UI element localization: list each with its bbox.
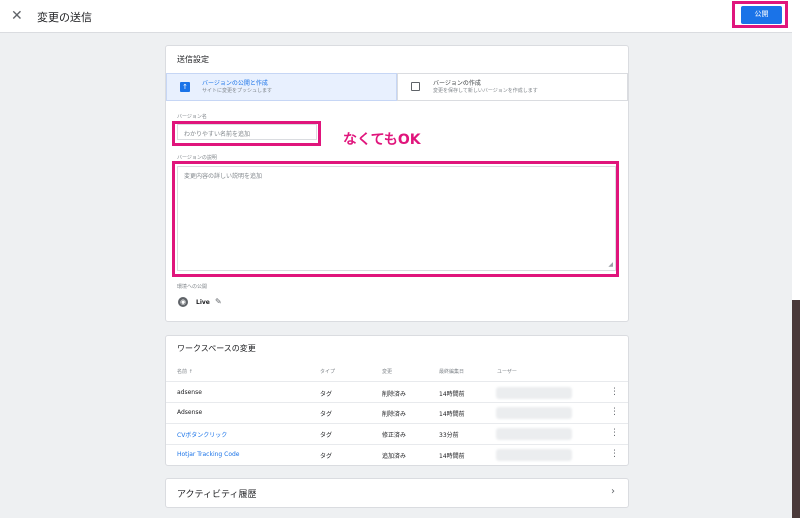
more-vert-icon[interactable]: ⋮ bbox=[610, 428, 619, 438]
background-photo bbox=[792, 300, 800, 518]
version-desc-textarea[interactable]: 変更内容の詳しい説明を追加 ◢ bbox=[177, 166, 616, 271]
more-vert-icon[interactable]: ⋮ bbox=[610, 407, 619, 417]
upload-icon: ↑ bbox=[180, 82, 190, 92]
row-edited: 14時間前 bbox=[439, 391, 465, 398]
row-name[interactable]: Adsense bbox=[177, 409, 202, 416]
more-vert-icon[interactable]: ⋮ bbox=[610, 449, 619, 459]
env-label: 環境への公開 bbox=[177, 284, 208, 290]
user-redacted bbox=[496, 387, 572, 399]
row-type: タグ bbox=[320, 411, 333, 418]
version-name-label: バージョン名 bbox=[177, 114, 207, 120]
row-name[interactable]: adsense bbox=[177, 389, 202, 396]
more-vert-icon[interactable]: ⋮ bbox=[610, 387, 619, 397]
tab-publish-and-create[interactable]: ↑ バージョンの公開と作成 サイトに変更をプッシュします bbox=[166, 73, 397, 101]
globe-icon: ◉ bbox=[178, 297, 188, 307]
close-icon[interactable]: ✕ bbox=[11, 8, 23, 24]
user-redacted bbox=[496, 449, 572, 461]
chevron-right-icon[interactable]: › bbox=[611, 486, 615, 497]
activity-history-title: アクティビティ履歴 bbox=[177, 490, 257, 500]
row-name[interactable]: Hotjar Tracking Code bbox=[177, 451, 240, 458]
version-name-input[interactable]: わかりやすい名前を追加 bbox=[177, 124, 317, 140]
col-type: タイプ bbox=[320, 369, 336, 375]
row-edited: 14時間前 bbox=[439, 411, 465, 418]
version-desc-label: バージョンの説明 bbox=[177, 155, 217, 161]
workspace-changes-card bbox=[165, 335, 629, 466]
row-name[interactable]: CVボタンクリック bbox=[177, 430, 227, 439]
tab-create-title: バージョンの作成 bbox=[433, 80, 481, 87]
annotation-text: なくてもOK bbox=[343, 132, 421, 148]
col-name[interactable]: 名前 ↑ bbox=[177, 368, 193, 375]
tab-publish-subtitle: サイトに変更をプッシュします bbox=[202, 88, 273, 94]
publish-button[interactable]: 公開 bbox=[741, 6, 782, 24]
window-edge bbox=[792, 0, 800, 518]
table-divider bbox=[166, 381, 628, 382]
user-redacted bbox=[496, 407, 572, 419]
row-type: タグ bbox=[320, 432, 333, 439]
resize-grip-icon[interactable]: ◢ bbox=[608, 261, 613, 268]
edit-pencil-icon[interactable]: ✎ bbox=[215, 297, 222, 306]
page-title: 変更の送信 bbox=[37, 11, 92, 24]
col-change: 変更 bbox=[382, 369, 393, 375]
row-change: 修正済み bbox=[382, 432, 407, 439]
table-divider bbox=[166, 423, 628, 424]
row-change: 削除済み bbox=[382, 411, 407, 418]
row-change: 追加済み bbox=[382, 453, 407, 460]
env-name: Live bbox=[196, 299, 210, 306]
row-edited: 14時間前 bbox=[439, 453, 465, 460]
col-edited: 最終編集日 bbox=[439, 369, 465, 375]
table-divider bbox=[166, 444, 628, 445]
top-bar: ✕ 変更の送信 bbox=[0, 0, 792, 33]
row-edited: 33分前 bbox=[439, 432, 459, 439]
user-redacted bbox=[496, 428, 572, 440]
tab-publish-title: バージョンの公開と作成 bbox=[202, 80, 268, 87]
submit-settings-heading: 送信設定 bbox=[177, 55, 209, 64]
row-type: タグ bbox=[320, 453, 333, 460]
tab-create-subtitle: 変更を保存して新しいバージョンを作成します bbox=[433, 88, 538, 94]
tab-create-version[interactable]: バージョンの作成 変更を保存して新しいバージョンを作成します bbox=[397, 73, 628, 101]
row-change: 削除済み bbox=[382, 391, 407, 398]
col-user: ユーザー bbox=[497, 369, 517, 375]
workspace-heading: ワークスペースの変更 bbox=[177, 344, 256, 353]
copy-icon bbox=[411, 82, 420, 91]
row-type: タグ bbox=[320, 391, 333, 398]
version-desc-placeholder: 変更内容の詳しい説明を追加 bbox=[184, 173, 263, 180]
table-divider bbox=[166, 402, 628, 403]
